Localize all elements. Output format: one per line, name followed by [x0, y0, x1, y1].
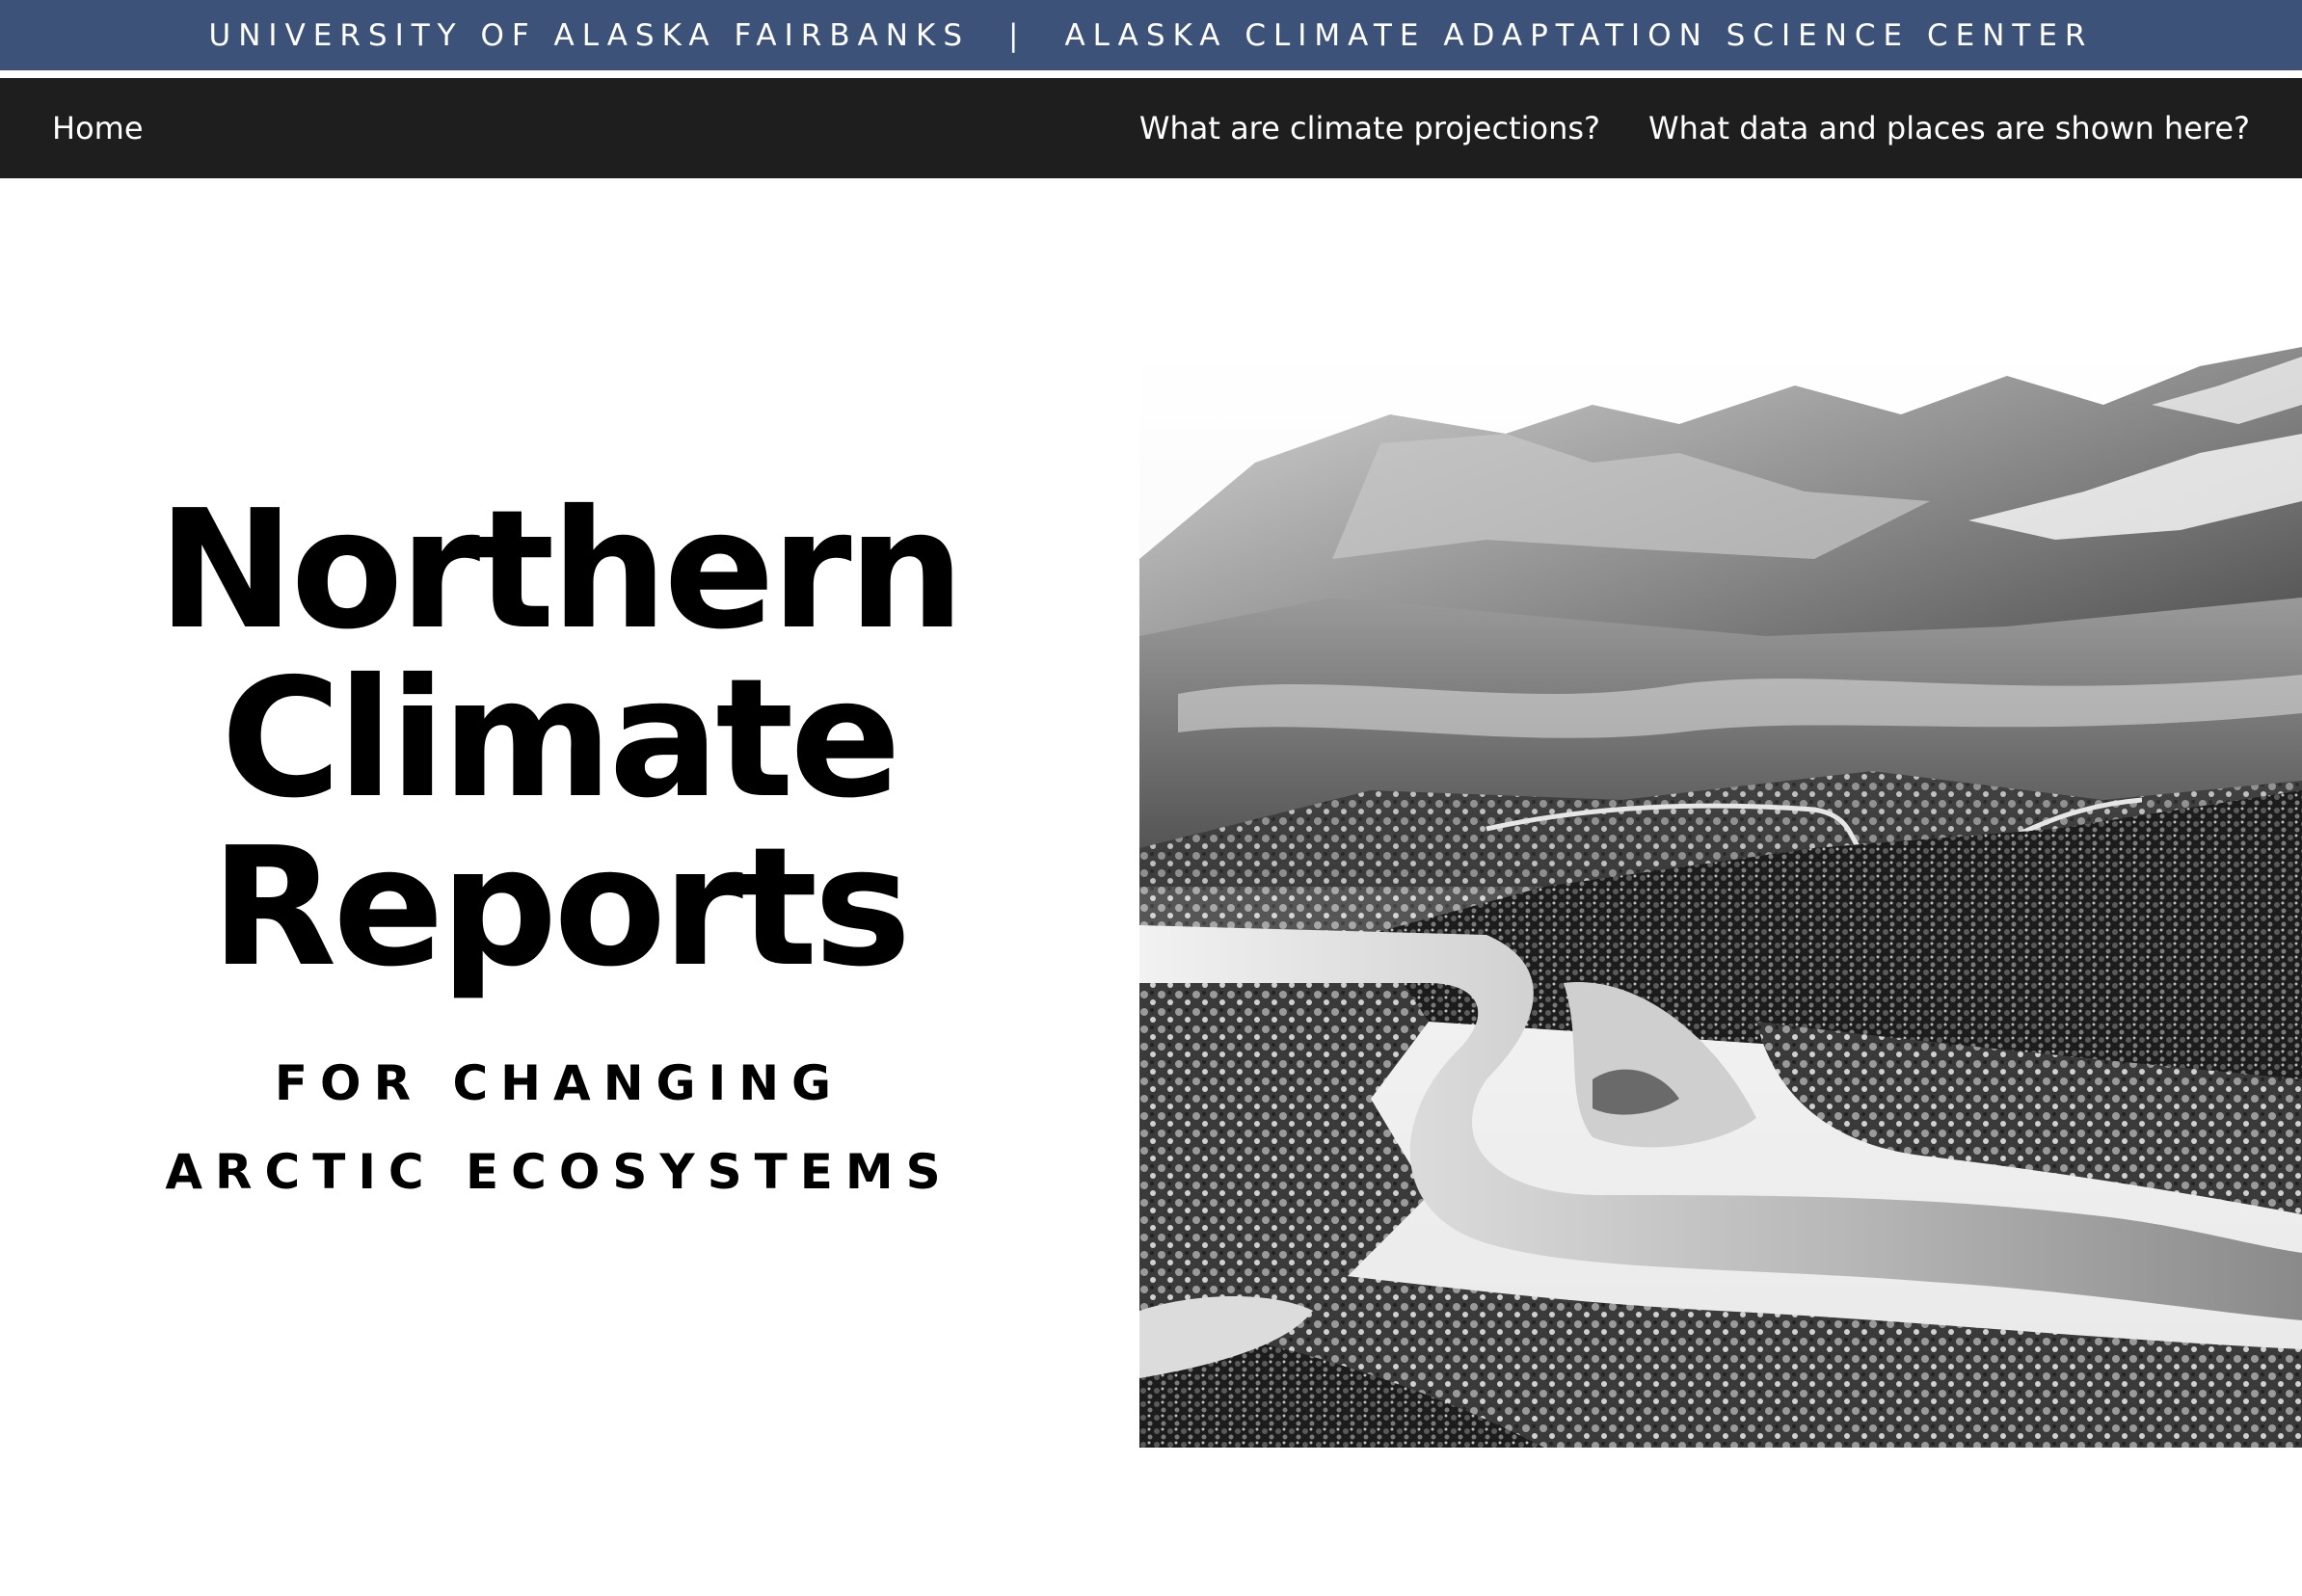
nav-right-links: What are climate projections? What data … [1139, 78, 2250, 178]
nav-link-data-and-places[interactable]: What data and places are shown here? [1648, 110, 2250, 146]
hero-subtitle-line-2: ARCTIC ECOSYSTEMS [165, 1144, 953, 1200]
hero-title-line-2: Climate [221, 644, 901, 835]
top-banner: UNIVERSITY OF ALASKA FAIRBANKS | ALASKA … [0, 0, 2302, 70]
hero-landscape-image [1139, 347, 2302, 1448]
nav-home-link[interactable]: Home [52, 110, 144, 146]
banner-center-text: ALASKA CLIMATE ADAPTATION SCIENCE CENTER [1064, 17, 2094, 53]
hero-subtitle: FOR CHANGING ARCTIC ECOSYSTEMS [0, 1039, 1118, 1216]
banner-separator: | [1008, 17, 1027, 53]
hero-subtitle-line-1: FOR CHANGING [274, 1055, 844, 1111]
nav-link-climate-projections[interactable]: What are climate projections? [1139, 110, 1600, 146]
hero-title-line-1: Northern [157, 475, 964, 666]
nav-bar: Home What are climate projections? What … [0, 78, 2302, 178]
banner-university-text: UNIVERSITY OF ALASKA FAIRBANKS [208, 17, 970, 53]
hero-title: Northern Climate Reports [0, 487, 1118, 993]
hero-title-line-3: Reports [210, 812, 912, 1003]
banner-divider [0, 70, 2302, 78]
